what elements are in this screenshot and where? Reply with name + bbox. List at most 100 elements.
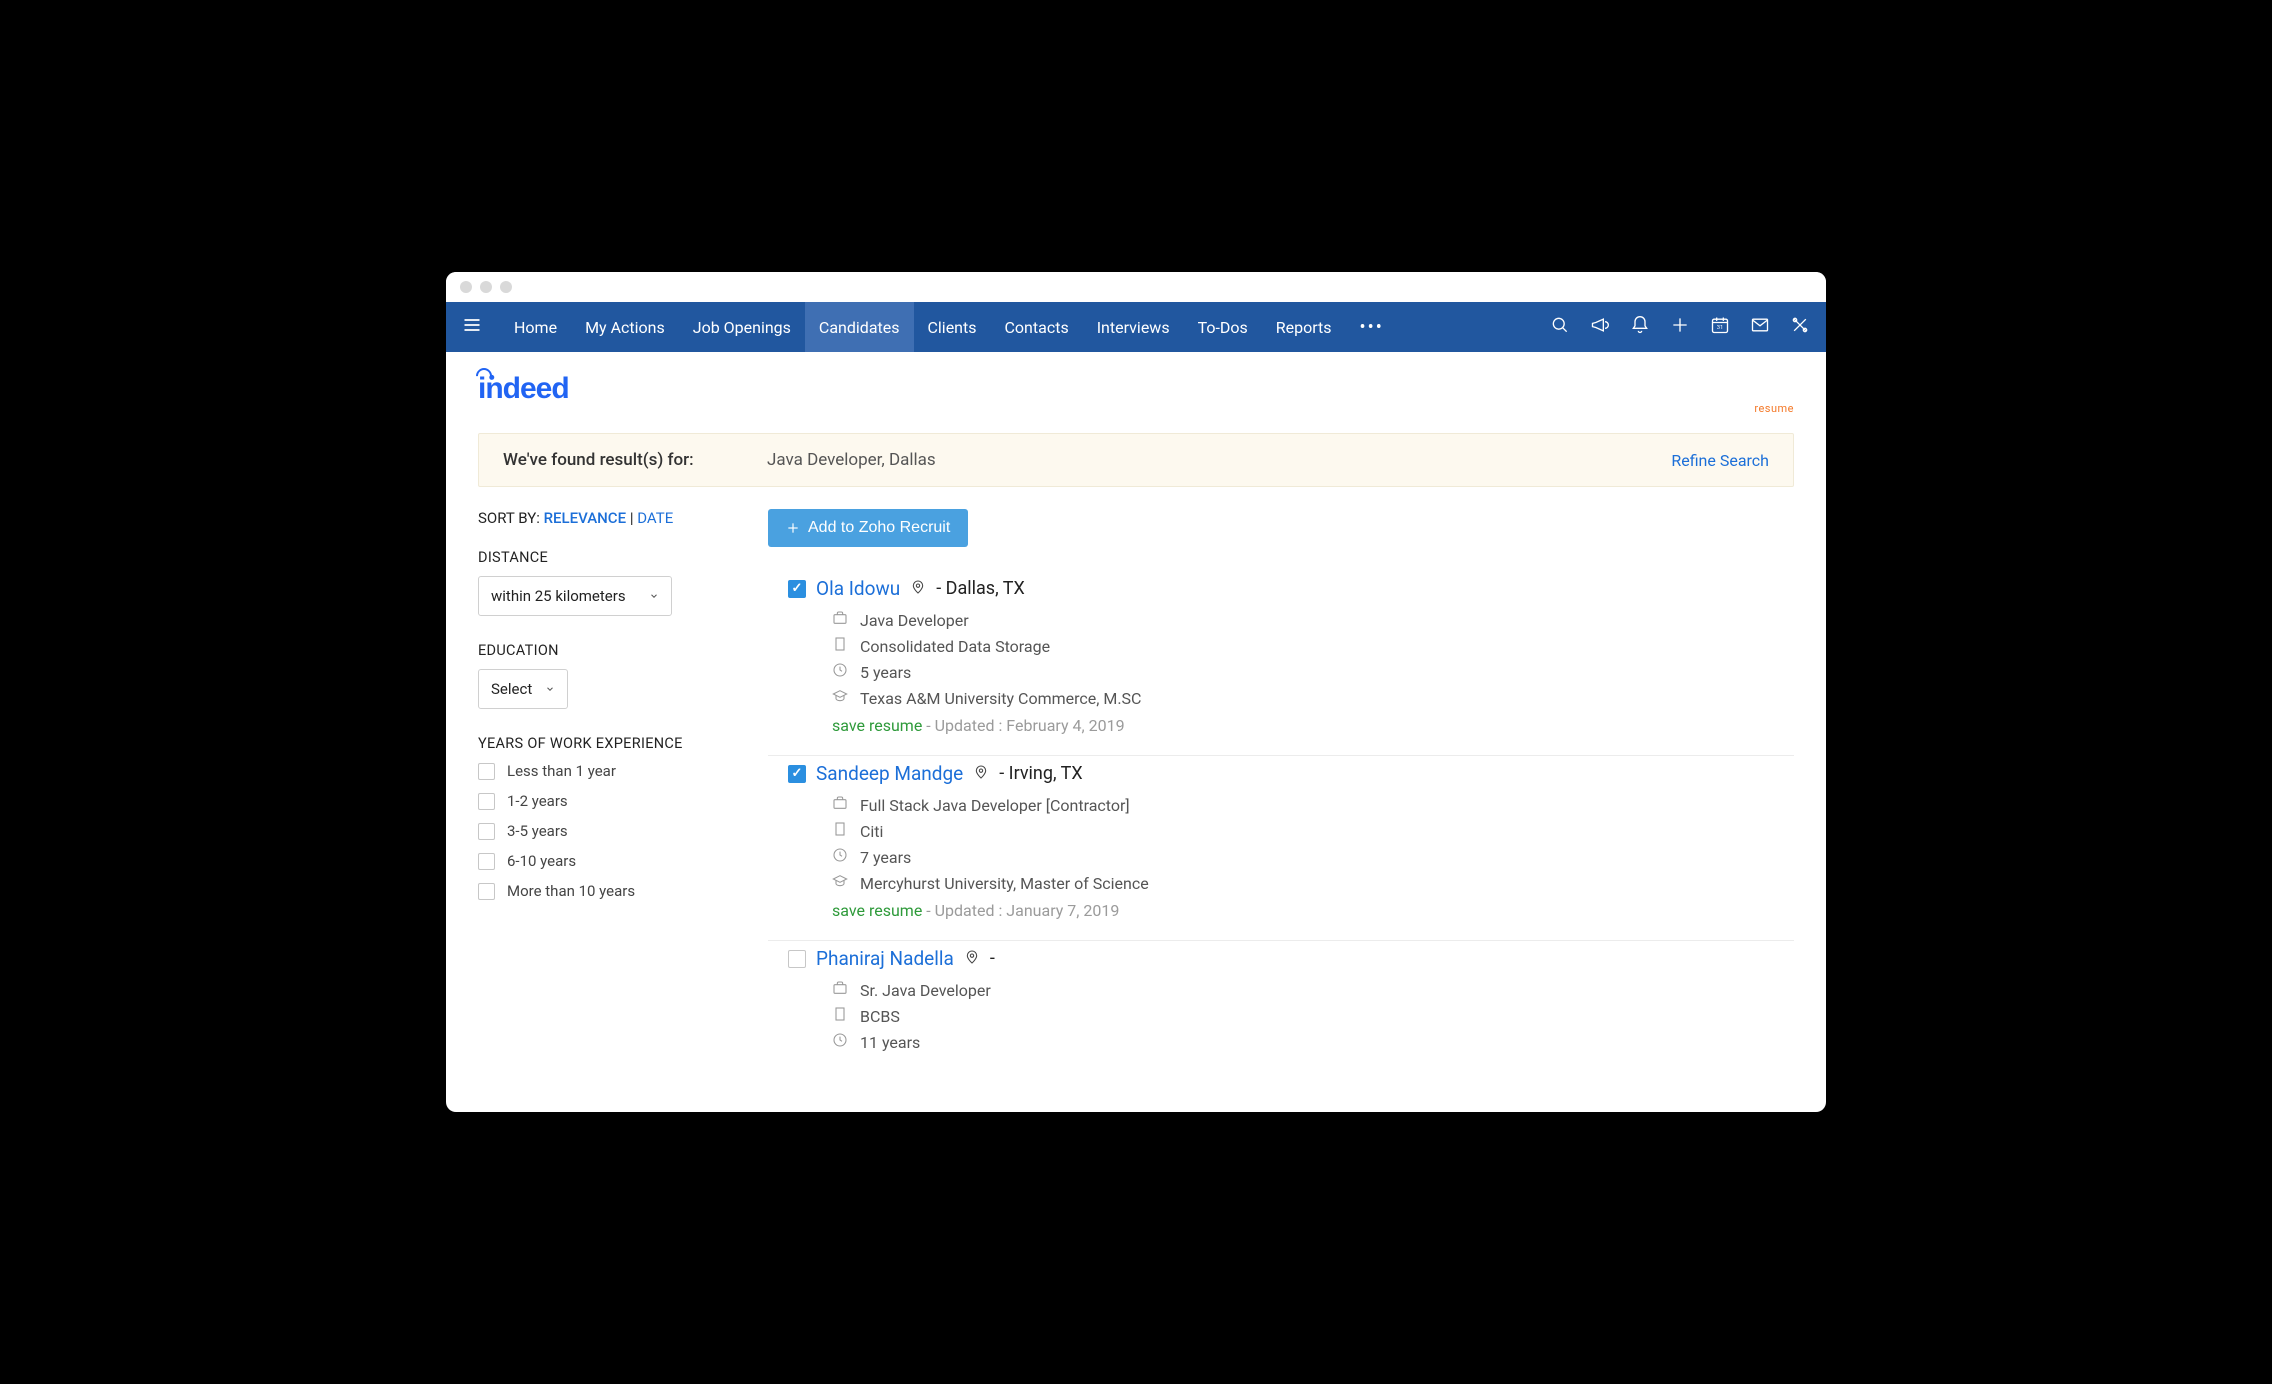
candidate-checkbox[interactable] bbox=[788, 765, 806, 783]
checkbox-icon bbox=[478, 883, 495, 900]
candidate-title: Java Developer bbox=[860, 611, 969, 630]
nav-item-to-dos[interactable]: To-Dos bbox=[1184, 302, 1262, 352]
refine-search-link[interactable]: Refine Search bbox=[1671, 451, 1769, 470]
nav-item-reports[interactable]: Reports bbox=[1262, 302, 1346, 352]
experience-label: 3-5 years bbox=[507, 822, 568, 840]
content-area: indeed resume We've found result(s) for:… bbox=[446, 352, 1826, 1112]
candidate-name-link[interactable]: Phaniraj Nadella bbox=[816, 947, 954, 970]
filters-sidebar: SORT BY: RELEVANCE | DATE DISTANCE withi… bbox=[478, 509, 738, 1072]
candidate-years: 11 years bbox=[860, 1033, 920, 1052]
sort-by: SORT BY: RELEVANCE | DATE bbox=[478, 509, 738, 527]
graduation-icon bbox=[832, 873, 848, 893]
calendar-icon[interactable]: 31 bbox=[1710, 315, 1730, 339]
experience-option[interactable]: More than 10 years bbox=[478, 882, 738, 900]
tools-icon[interactable] bbox=[1790, 315, 1810, 339]
building-icon bbox=[832, 1006, 848, 1026]
candidate-checkbox[interactable] bbox=[788, 580, 806, 598]
candidate-card: Ola Idowu - Dallas, TX Java Developer Con… bbox=[768, 571, 1794, 756]
nav-items: HomeMy ActionsJob OpeningsCandidatesClie… bbox=[500, 302, 1346, 352]
experience-option[interactable]: Less than 1 year bbox=[478, 762, 738, 780]
indeed-logo: indeed resume bbox=[478, 372, 1794, 415]
result-query: Java Developer, Dallas bbox=[767, 450, 936, 470]
top-nav: HomeMy ActionsJob OpeningsCandidatesClie… bbox=[446, 302, 1826, 352]
sort-relevance[interactable]: RELEVANCE bbox=[544, 509, 626, 527]
candidate-company: Consolidated Data Storage bbox=[860, 637, 1050, 656]
facet-distance-title: DISTANCE bbox=[478, 549, 738, 566]
candidate-title: Full Stack Java Developer [Contractor] bbox=[860, 796, 1130, 815]
candidate-company: Citi bbox=[860, 822, 883, 841]
experience-label: Less than 1 year bbox=[507, 762, 616, 780]
nav-item-interviews[interactable]: Interviews bbox=[1083, 302, 1184, 352]
add-to-zoho-recruit-button[interactable]: Add to Zoho Recruit bbox=[768, 509, 968, 547]
candidate-location: - bbox=[990, 948, 995, 969]
traffic-light-min[interactable] bbox=[480, 281, 492, 293]
nav-item-my-actions[interactable]: My Actions bbox=[571, 302, 679, 352]
location-pin-icon bbox=[973, 763, 989, 785]
building-icon bbox=[832, 821, 848, 841]
candidate-updated: - Updated : February 4, 2019 bbox=[926, 716, 1124, 735]
candidate-card: Sandeep Mandge - Irving, TX Full Stack J… bbox=[768, 756, 1794, 941]
nav-item-candidates[interactable]: Candidates bbox=[805, 302, 914, 352]
experience-option[interactable]: 1-2 years bbox=[478, 792, 738, 810]
search-icon[interactable] bbox=[1550, 315, 1570, 339]
checkbox-icon bbox=[478, 853, 495, 870]
window-titlebar bbox=[446, 272, 1826, 302]
experience-label: More than 10 years bbox=[507, 882, 635, 900]
experience-label: 6-10 years bbox=[507, 852, 576, 870]
education-select[interactable]: Select bbox=[478, 669, 568, 709]
chevron-down-icon bbox=[545, 680, 555, 698]
chevron-down-icon bbox=[649, 587, 659, 605]
candidate-location: - Irving, TX bbox=[999, 763, 1082, 784]
graduation-icon bbox=[832, 688, 848, 708]
clock-icon bbox=[832, 1032, 848, 1052]
facet-education-title: EDUCATION bbox=[478, 642, 738, 659]
facet-experience-title: YEARS OF WORK EXPERIENCE bbox=[478, 735, 738, 752]
checkbox-icon bbox=[478, 823, 495, 840]
nav-item-home[interactable]: Home bbox=[500, 302, 571, 352]
clock-icon bbox=[832, 847, 848, 867]
location-pin-icon bbox=[964, 948, 980, 970]
experience-option[interactable]: 3-5 years bbox=[478, 822, 738, 840]
candidate-name-link[interactable]: Sandeep Mandge bbox=[816, 762, 963, 785]
logo-sub: resume bbox=[544, 402, 1794, 415]
hamburger-icon[interactable] bbox=[462, 315, 482, 339]
candidate-education: Mercyhurst University, Master of Science bbox=[860, 874, 1149, 893]
experience-label: 1-2 years bbox=[507, 792, 568, 810]
building-icon bbox=[832, 636, 848, 656]
nav-icons: 31 bbox=[1550, 315, 1810, 339]
plus-icon[interactable] bbox=[1670, 315, 1690, 339]
candidate-card: Phaniraj Nadella - Sr. Java DeveloperBCB… bbox=[768, 941, 1794, 1072]
result-label: We've found result(s) for: bbox=[503, 450, 767, 470]
traffic-light-close[interactable] bbox=[460, 281, 472, 293]
nav-item-job-openings[interactable]: Job Openings bbox=[679, 302, 805, 352]
mail-icon[interactable] bbox=[1750, 315, 1770, 339]
candidate-updated: - Updated : January 7, 2019 bbox=[926, 901, 1119, 920]
nav-more-icon[interactable]: ••• bbox=[1346, 317, 1398, 338]
checkbox-icon bbox=[478, 763, 495, 780]
nav-item-contacts[interactable]: Contacts bbox=[991, 302, 1083, 352]
bell-icon[interactable] bbox=[1630, 315, 1650, 339]
location-pin-icon bbox=[910, 578, 926, 600]
candidate-years: 7 years bbox=[860, 848, 911, 867]
briefcase-icon bbox=[832, 795, 848, 815]
checkbox-icon bbox=[478, 793, 495, 810]
clock-icon bbox=[832, 662, 848, 682]
sort-date[interactable]: DATE bbox=[637, 509, 673, 527]
experience-option[interactable]: 6-10 years bbox=[478, 852, 738, 870]
candidate-name-link[interactable]: Ola Idowu bbox=[816, 577, 900, 600]
save-resume-link[interactable]: save resume bbox=[832, 901, 922, 920]
traffic-light-max[interactable] bbox=[500, 281, 512, 293]
results-list: Add to Zoho Recruit Ola Idowu - Dallas, … bbox=[768, 509, 1794, 1072]
result-bar: We've found result(s) for: Java Develope… bbox=[478, 433, 1794, 487]
candidate-location: - Dallas, TX bbox=[936, 578, 1025, 599]
briefcase-icon bbox=[832, 980, 848, 1000]
distance-select[interactable]: within 25 kilometers bbox=[478, 576, 672, 616]
nav-item-clients[interactable]: Clients bbox=[914, 302, 991, 352]
candidate-years: 5 years bbox=[860, 663, 911, 682]
megaphone-icon[interactable] bbox=[1590, 315, 1610, 339]
save-resume-link[interactable]: save resume bbox=[832, 716, 922, 735]
candidate-checkbox[interactable] bbox=[788, 950, 806, 968]
candidate-company: BCBS bbox=[860, 1007, 900, 1026]
candidate-education: Texas A&M University Commerce, M.SC bbox=[860, 689, 1141, 708]
briefcase-icon bbox=[832, 610, 848, 630]
